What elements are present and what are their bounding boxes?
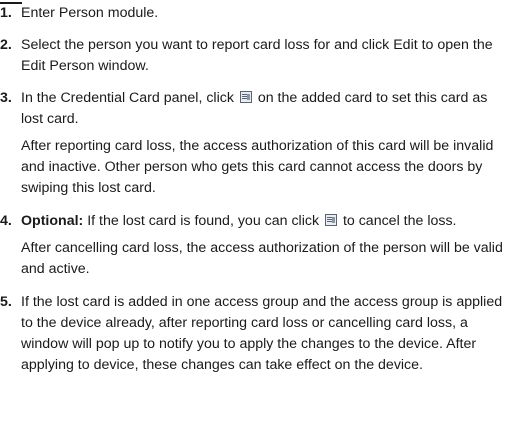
step-item: 1. Enter Person module. xyxy=(0,3,505,24)
step-number: 5. xyxy=(0,294,12,310)
step-number: 2. xyxy=(0,37,12,53)
step-number: 1. xyxy=(0,5,12,21)
step-text-part: In the Credential Card panel, click xyxy=(21,90,238,106)
cancel-card-loss-icon xyxy=(325,214,337,226)
step-note: After cancelling card loss, the access a… xyxy=(21,240,503,277)
step-item: 2. Select the person you want to report … xyxy=(0,35,505,77)
step-text: If the lost card is added in one access … xyxy=(21,294,503,373)
step-item: 4. Optional: If the lost card is found, … xyxy=(0,211,505,280)
step-text: In the Credential Card panel, click on t… xyxy=(21,88,505,130)
report-loss-card-icon xyxy=(239,91,252,103)
step-text-part: to cancel the loss. xyxy=(339,213,457,229)
step-number: 4. xyxy=(0,213,12,229)
steps-list: 1. Enter Person module. 2. Select the pe… xyxy=(0,3,505,376)
step-item: 3. In the Credential Card panel, click o… xyxy=(0,88,505,199)
step-text-part: If the lost card is found, you can click xyxy=(83,213,323,229)
step-number: 3. xyxy=(0,90,12,106)
step-text: Select the person you want to report car… xyxy=(21,37,493,74)
step-text: Enter Person module. xyxy=(21,5,159,21)
step-item: 5. If the lost card is added in one acce… xyxy=(0,292,505,376)
step-text: Optional: If the lost card is found, you… xyxy=(21,211,505,232)
step-note: After reporting card loss, the access au… xyxy=(21,138,494,196)
optional-label: Optional: xyxy=(21,213,84,229)
